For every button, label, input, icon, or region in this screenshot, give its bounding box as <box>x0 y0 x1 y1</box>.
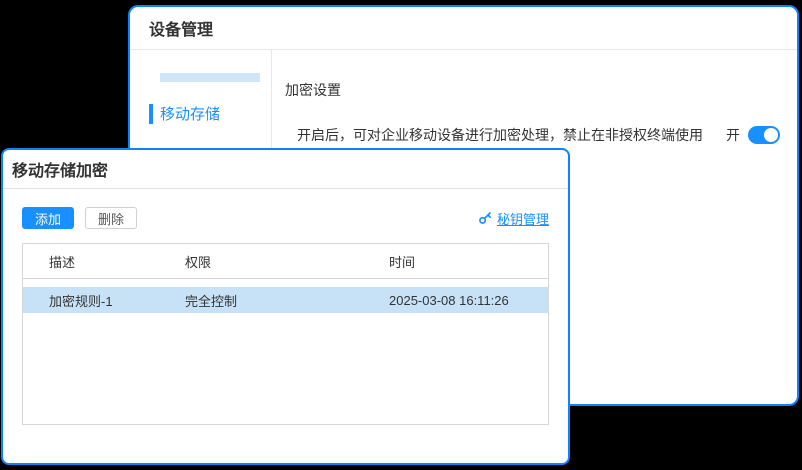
encryption-rules-table: 描述 权限 时间 加密规则-1 完全控制 2025-03-08 16:11:26 <box>22 243 549 425</box>
key-management-link-label: 秘钥管理 <box>497 209 549 228</box>
cell-description: 加密规则-1 <box>23 291 185 310</box>
column-header-time: 时间 <box>389 252 548 271</box>
dialog-header: 移动存储加密 <box>3 150 568 189</box>
encryption-toggle-switch[interactable] <box>748 126 780 144</box>
delete-button[interactable]: 删除 <box>85 207 137 229</box>
encryption-toggle-group: 开 <box>726 125 780 145</box>
column-header-permission: 权限 <box>185 252 389 271</box>
encryption-setting-description: 开启后，可对企业移动设备进行加密处理，禁止在非授权终端使用 <box>297 125 726 145</box>
key-icon <box>478 211 492 225</box>
dialog-toolbar: 添加 删除 秘钥管理 <box>22 207 549 229</box>
add-button[interactable]: 添加 <box>22 207 74 229</box>
sidebar-item-label: 移动存储 <box>160 103 220 124</box>
cell-permission: 完全控制 <box>185 291 389 310</box>
encryption-setting-row: 开启后，可对企业移动设备进行加密处理，禁止在非授权终端使用 开 <box>285 125 780 145</box>
sidebar-item-mobile-storage[interactable]: 移动存储 <box>130 103 271 124</box>
device-management-header: 设备管理 <box>130 7 797 50</box>
sidebar-placeholder-bar <box>160 73 260 82</box>
screen-canvas: 设备管理 移动存储 加密设置 开启后，可对企业移动设备进行加密处理，禁止在非授权… <box>0 0 802 470</box>
encryption-settings-heading: 加密设置 <box>285 80 780 100</box>
toggle-state-label: 开 <box>726 125 740 145</box>
active-indicator-bar <box>149 104 153 124</box>
table-header-row: 描述 权限 时间 <box>23 244 548 279</box>
dialog-body: 添加 删除 秘钥管理 描述 权限 时间 加密规则- <box>3 189 568 425</box>
device-management-title: 设备管理 <box>149 16 213 40</box>
cell-time: 2025-03-08 16:11:26 <box>389 293 548 308</box>
key-management-link[interactable]: 秘钥管理 <box>478 209 549 228</box>
table-row[interactable]: 加密规则-1 完全控制 2025-03-08 16:11:26 <box>23 287 548 313</box>
toggle-knob <box>764 128 778 142</box>
column-header-description: 描述 <box>23 252 185 271</box>
dialog-title: 移动存储加密 <box>12 157 108 181</box>
mobile-storage-encryption-dialog: 移动存储加密 添加 删除 秘钥管理 描述 权限 时间 <box>1 148 570 465</box>
